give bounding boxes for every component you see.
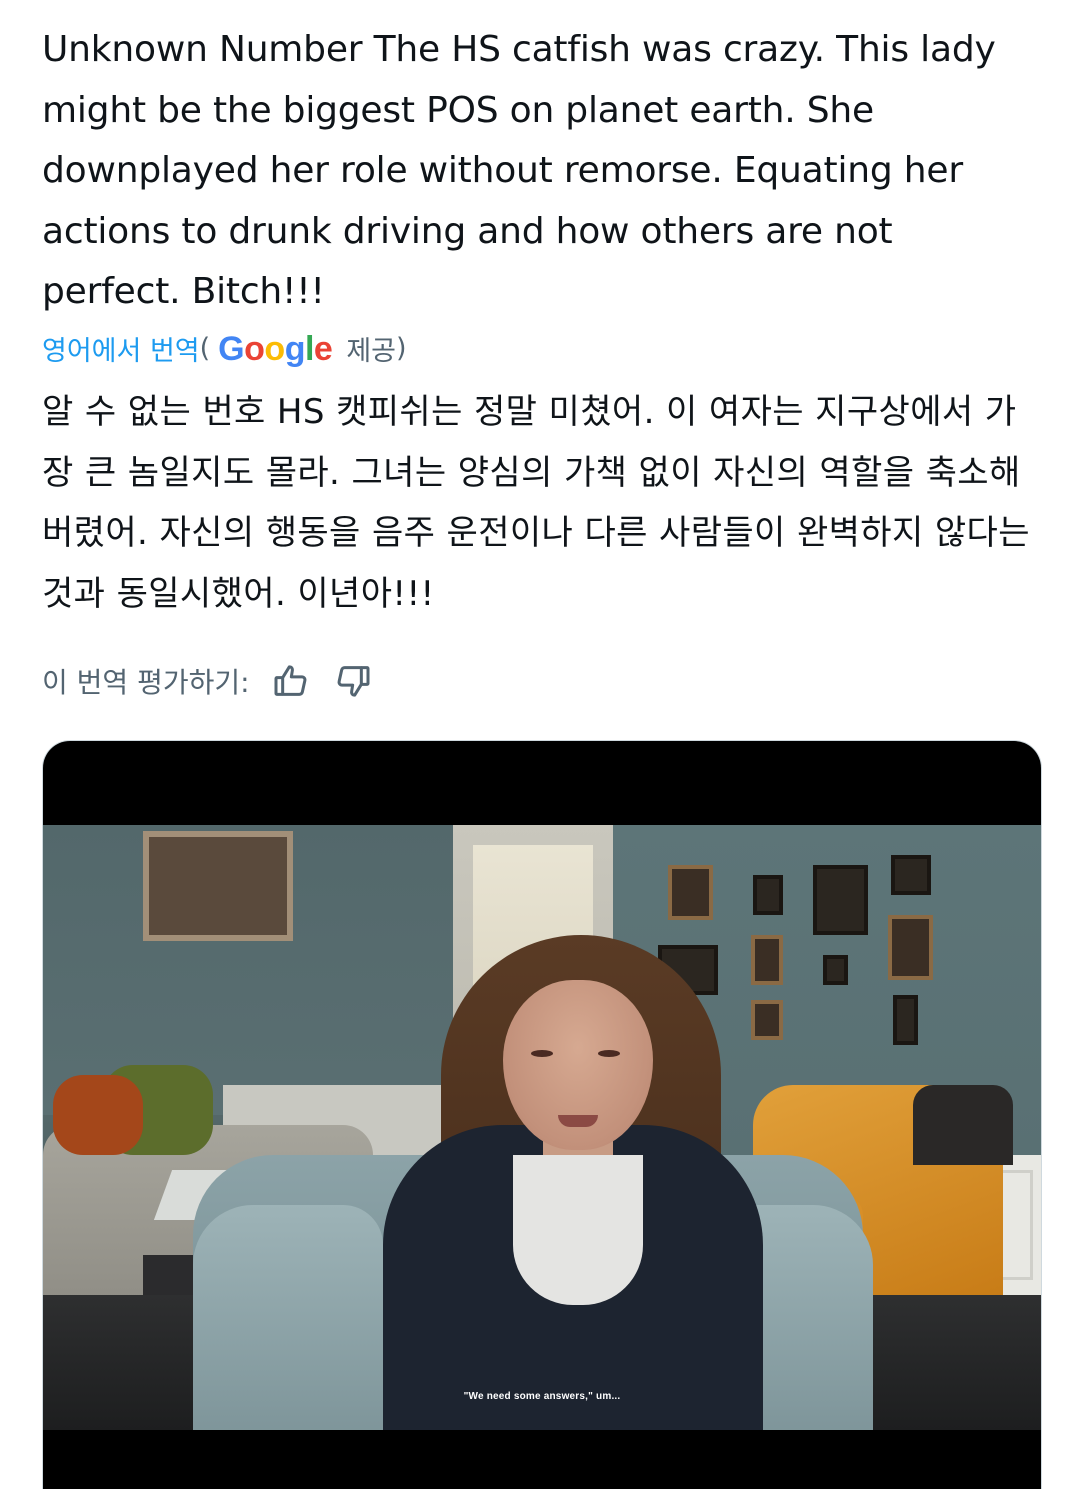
rate-translation-row: 이 번역 평가하기:: [42, 656, 392, 706]
tweet-original-text: Unknown Number The HS catfish was crazy.…: [42, 29, 996, 312]
thumbs-up-icon: [274, 665, 306, 696]
thumbs-down-button[interactable]: [330, 658, 376, 704]
thumbs-up-button[interactable]: [268, 658, 314, 704]
wall-window-decor: [143, 831, 293, 941]
credit-provided: 제공: [346, 335, 397, 367]
video-still: "We need some answers," um...: [43, 825, 1041, 1430]
video-subtitle: "We need some answers," um...: [463, 1391, 621, 1402]
tweet: Unknown Number The HS catfish was crazy.…: [42, 0, 1042, 699]
rate-translation-label: 이 번역 평가하기:: [42, 666, 250, 699]
thumbs-down-icon: [337, 666, 370, 697]
google-logo: Google: [218, 329, 333, 368]
credit-paren-close: ): [396, 332, 407, 364]
credit-paren-open: (: [199, 332, 211, 364]
tweet-media-image[interactable]: "We need some answers," um...: [42, 740, 1042, 1489]
tweet-translated-text: 알 수 없는 번호 HS 캣피쉬는 정말 미쳤어. 이 여자는 지구상에서 가장…: [42, 392, 1030, 614]
translation-credit: 영어에서 번역( Google 제공): [42, 325, 407, 371]
translated-from-english-link[interactable]: 영어에서 번역: [42, 329, 200, 368]
